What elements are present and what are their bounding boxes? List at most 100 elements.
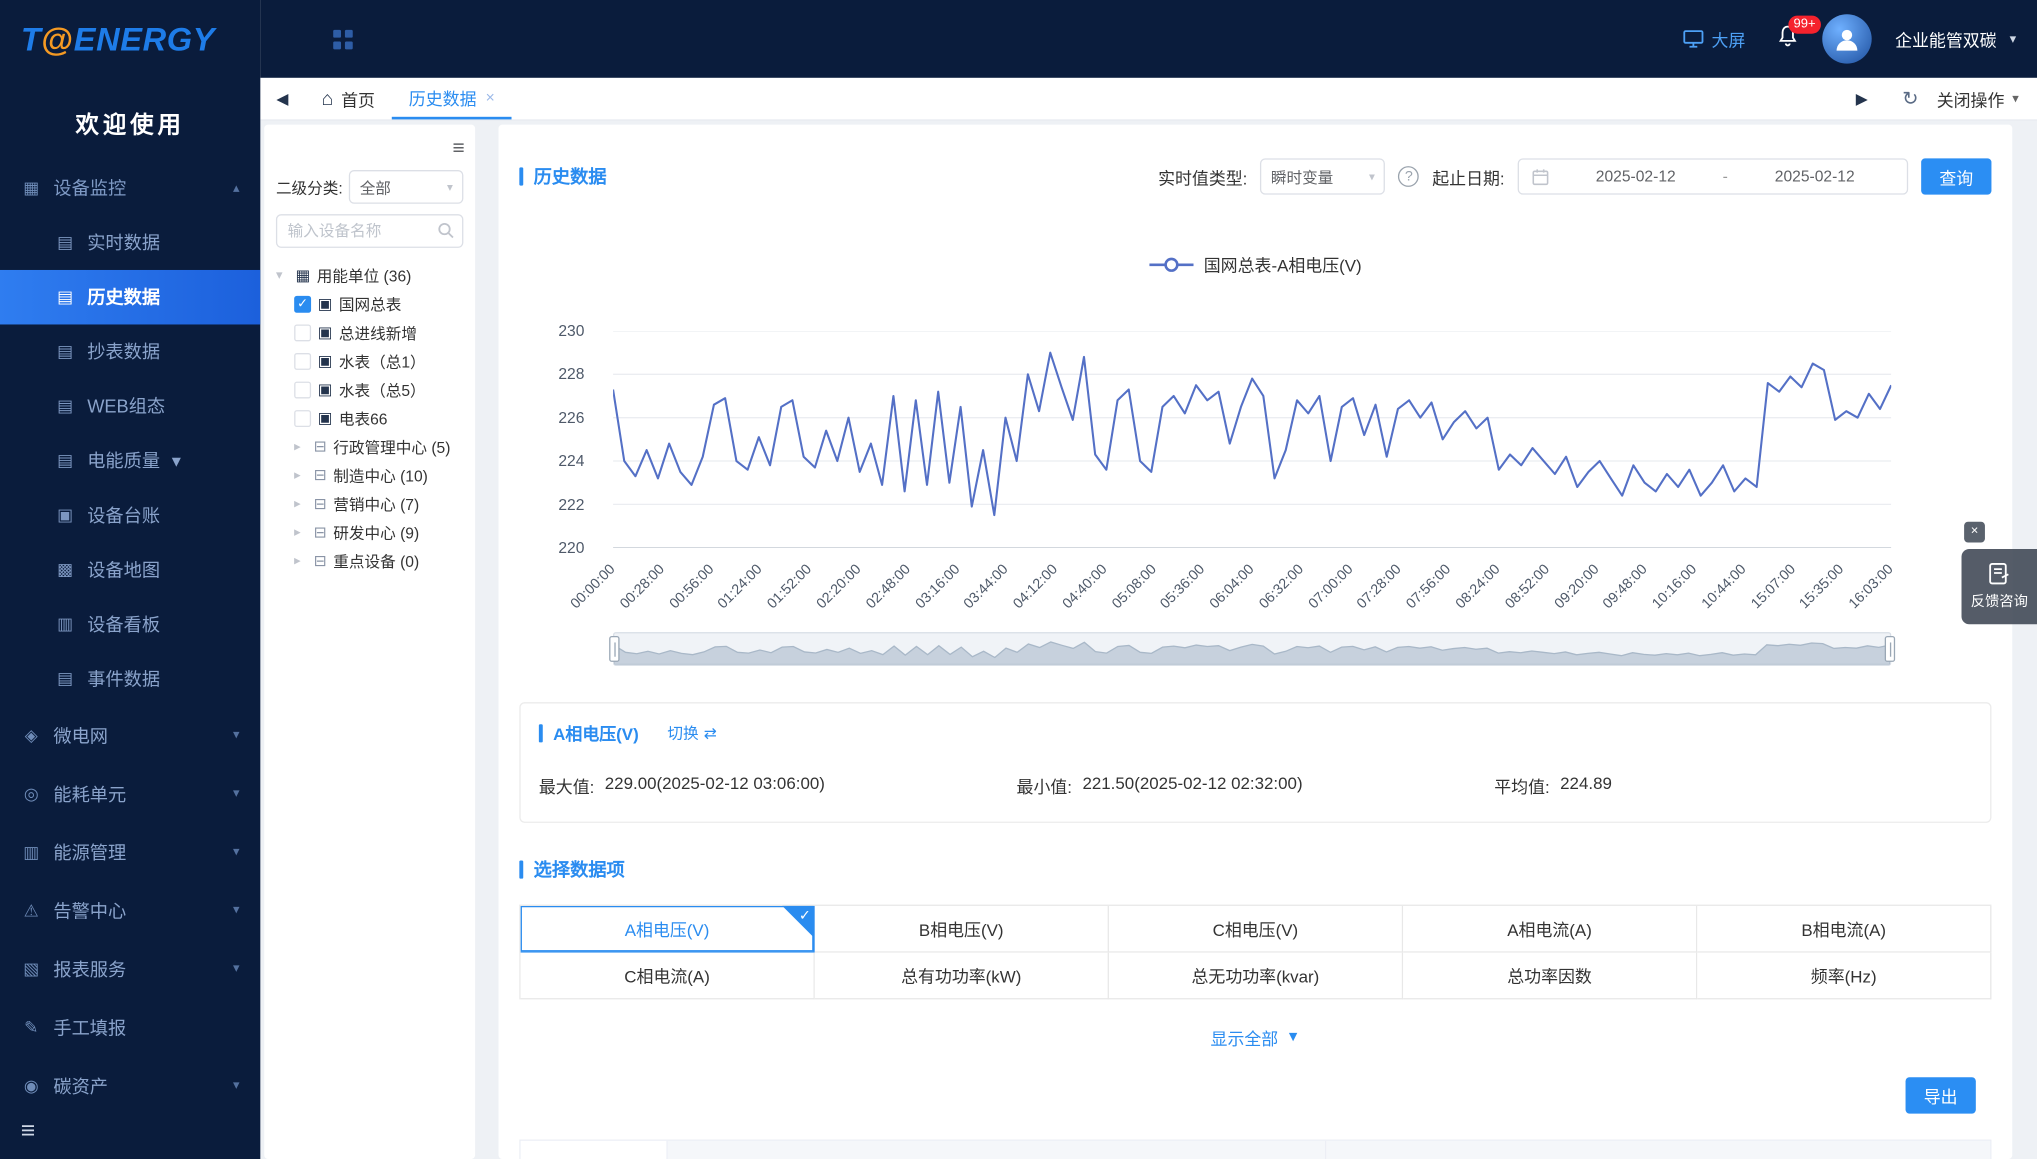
menu-item-label: 微电网 — [53, 722, 108, 748]
caret-right-icon[interactable]: ▸ — [294, 554, 307, 568]
help-icon[interactable]: ? — [1398, 166, 1419, 187]
sidebar-item-report-service[interactable]: ▧ 报表服务 ▾ — [0, 940, 260, 998]
sidebar-item-power-quality[interactable]: ▤ 电能质量 ▾ — [0, 433, 260, 488]
device-monitoring-icon: ▦ — [21, 178, 42, 199]
org-building-icon: ▦ — [295, 266, 310, 284]
sidebar-item-realtime-data[interactable]: ▤ 实时数据 — [0, 215, 260, 270]
sidebar-item-energy-management[interactable]: ▥ 能源管理 ▾ — [0, 823, 260, 881]
date-range-picker[interactable]: 2025-02-12 - 2025-02-12 — [1518, 158, 1908, 194]
panel-collapse-icon[interactable]: ≡ — [453, 138, 464, 160]
chevron-down-icon[interactable]: ▾ — [2010, 32, 2017, 46]
chart-legend[interactable]: 国网总表-A相电压(V) — [519, 252, 1991, 277]
export-button[interactable]: 导出 — [1906, 1077, 1976, 1113]
tab-home[interactable]: ⌂ 首页 — [305, 78, 392, 120]
data-item-c-current[interactable]: C相电流(A) — [521, 953, 815, 1000]
start-date-value[interactable]: 2025-02-12 — [1557, 167, 1715, 185]
data-table-partial — [519, 1140, 1991, 1159]
avatar[interactable] — [1822, 14, 1871, 63]
tree-node-device-4[interactable]: ▣ 电表66 — [276, 404, 463, 433]
tab-home-label: 首页 — [341, 86, 375, 111]
datazoom-right-handle[interactable] — [1885, 636, 1895, 662]
sidebar-item-manual-report[interactable]: ✎ 手工填报 — [0, 998, 260, 1056]
data-item-frequency[interactable]: 频率(Hz) — [1697, 953, 1991, 1000]
tree-node-group-4[interactable]: ▸ ⊟ 重点设备 (0) — [276, 546, 463, 575]
checkbox-checked[interactable]: ✓ — [294, 295, 311, 312]
menu-group-device-monitoring[interactable]: ▦ 设备监控 ▴ — [0, 161, 260, 216]
tree-node-device-0[interactable]: ✓ ▣ 国网总表 — [276, 289, 463, 318]
chevron-down-icon: ▾ — [2012, 92, 2019, 106]
tab-bar: ◀ ⌂ 首页 历史数据 × ▶ ↻ 关闭操作 ▾ — [260, 78, 2037, 121]
caret-right-icon[interactable]: ▸ — [294, 439, 307, 453]
apps-grid-icon[interactable] — [333, 29, 353, 48]
menu-item-label: 手工填报 — [53, 1014, 126, 1040]
switch-link[interactable]: 切换 ⇄ — [667, 722, 717, 744]
chart-x-axis: 00:00:0000:28:0000:56:0001:24:0001:52:00… — [613, 548, 1891, 628]
data-item-power-factor[interactable]: 总功率因数 — [1403, 953, 1697, 1000]
tab-history-data[interactable]: 历史数据 × — [392, 78, 512, 120]
menu-item-label: 设备地图 — [87, 557, 160, 583]
chevron-down-icon: ▾ — [447, 180, 453, 194]
sidebar-collapse-button[interactable]: ≡ — [21, 1117, 35, 1146]
refresh-icon[interactable]: ↻ — [1902, 87, 1918, 110]
tab-close-icon[interactable]: × — [486, 88, 495, 106]
nav-forward-icon[interactable]: ▶ — [1840, 90, 1884, 108]
menu-item-label: WEB组态 — [87, 393, 165, 419]
tree-node-device-1[interactable]: ▣ 总进线新增 — [276, 318, 463, 347]
sidebar-item-device-map[interactable]: ▩ 设备地图 — [0, 543, 260, 598]
checkbox[interactable] — [294, 324, 311, 341]
checkbox[interactable] — [294, 381, 311, 398]
tree-node-device-3[interactable]: ▣ 水表（总5） — [276, 375, 463, 404]
sidebar-item-device-board[interactable]: ▥ 设备看板 — [0, 597, 260, 652]
chart-datazoom-slider[interactable] — [613, 632, 1891, 666]
feedback-button[interactable]: 反馈咨询 — [1962, 549, 2037, 624]
value-type-select[interactable]: 瞬时变量 ▾ — [1260, 158, 1385, 194]
query-button[interactable]: 查询 — [1921, 158, 1991, 194]
sidebar-item-carbon-asset[interactable]: ◉ 碳资产 ▾ — [0, 1056, 260, 1114]
close-icon[interactable]: × — [1964, 522, 1985, 543]
sidebar-item-device-ledger[interactable]: ▣ 设备台账 — [0, 488, 260, 543]
sidebar-item-event-data[interactable]: ▤ 事件数据 — [0, 652, 260, 707]
sidebar-item-energy-unit[interactable]: ◎ 能耗单元 ▾ — [0, 764, 260, 822]
main-panel: 历史数据 实时值类型: 瞬时变量 ▾ ? 起止日期: 2025-02-12 - … — [499, 125, 2013, 1159]
data-item-c-voltage[interactable]: C相电压(V) — [1109, 906, 1403, 953]
org-name[interactable]: 企业能管双碳 — [1895, 27, 1997, 52]
tree-node-device-2[interactable]: ▣ 水表（总1） — [276, 347, 463, 376]
tree-node-group-2[interactable]: ▸ ⊟ 营销中心 (7) — [276, 489, 463, 518]
checkbox[interactable] — [294, 352, 311, 369]
device-ledger-icon: ▣ — [55, 505, 76, 526]
feedback-label: 反馈咨询 — [1971, 591, 2028, 612]
device-search-input[interactable] — [276, 214, 463, 248]
data-item-b-current[interactable]: B相电流(A) — [1697, 906, 1991, 953]
data-item-active-power[interactable]: 总有功功率(kW) — [815, 953, 1109, 1000]
caret-right-icon[interactable]: ▸ — [294, 468, 307, 482]
tree-node-group-1[interactable]: ▸ ⊟ 制造中心 (10) — [276, 461, 463, 490]
nav-back-icon[interactable]: ◀ — [260, 90, 304, 108]
data-item-a-current[interactable]: A相电流(A) — [1403, 906, 1697, 953]
data-item-b-voltage[interactable]: B相电压(V) — [815, 906, 1109, 953]
tree-node-label: 用能单位 (36) — [317, 264, 412, 286]
sidebar-item-web-scada[interactable]: ▤ WEB组态 — [0, 379, 260, 434]
end-date-value[interactable]: 2025-02-12 — [1736, 167, 1894, 185]
sidebar-item-alarm-center[interactable]: ⚠ 告警中心 ▾ — [0, 881, 260, 939]
brand-logo[interactable]: T@ENERGY — [0, 0, 260, 80]
tree-node-label: 营销中心 (7) — [333, 493, 419, 515]
realtime-data-icon: ▤ — [55, 232, 76, 253]
checkbox[interactable] — [294, 409, 311, 426]
tree-node-group-3[interactable]: ▸ ⊟ 研发中心 (9) — [276, 518, 463, 547]
sidebar-item-meter-reading[interactable]: ▤ 抄表数据 — [0, 324, 260, 379]
category-select[interactable]: 全部 ▾ — [349, 170, 463, 204]
sidebar-item-microgrid[interactable]: ◈ 微电网 ▾ — [0, 706, 260, 764]
big-screen-link[interactable]: 大屏 — [1683, 27, 1745, 52]
notifications-button[interactable]: 99+ — [1777, 24, 1799, 54]
show-all-toggle[interactable]: 显示全部 ▼ — [519, 1025, 1991, 1048]
datazoom-left-handle[interactable] — [609, 636, 619, 662]
caret-right-icon[interactable]: ▸ — [294, 496, 307, 510]
caret-right-icon[interactable]: ▸ — [294, 525, 307, 539]
tree-node-root[interactable]: ▾ ▦ 用能单位 (36) — [276, 261, 463, 290]
close-operations-dropdown[interactable]: 关闭操作 ▾ — [1937, 86, 2019, 111]
tree-node-group-0[interactable]: ▸ ⊟ 行政管理中心 (5) — [276, 432, 463, 461]
sidebar-item-history-data[interactable]: ▤ 历史数据 — [0, 270, 260, 325]
data-item-reactive-power[interactable]: 总无功功率(kvar) — [1109, 953, 1403, 1000]
data-item-a-voltage[interactable]: A相电压(V) ✓ — [521, 906, 815, 953]
caret-down-icon[interactable]: ▾ — [276, 268, 289, 282]
